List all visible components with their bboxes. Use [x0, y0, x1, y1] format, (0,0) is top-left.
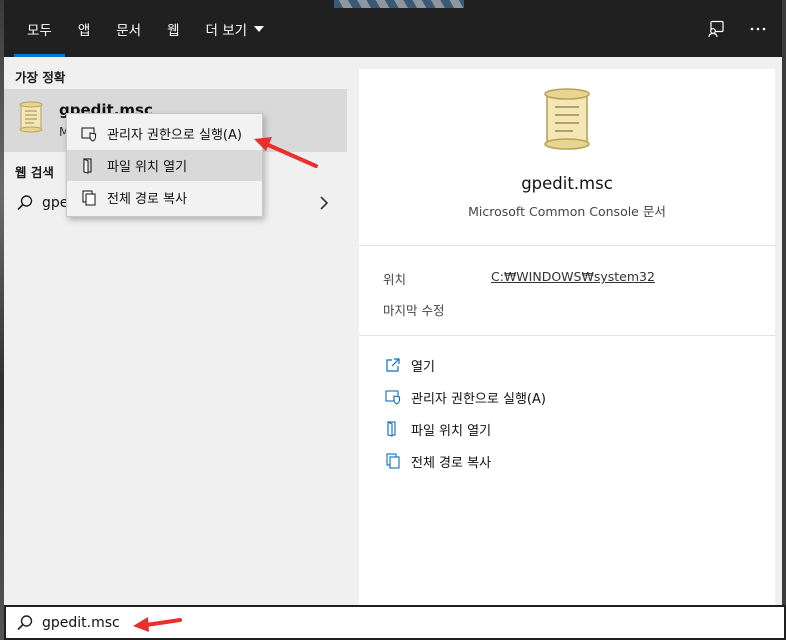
- tab-web[interactable]: 웹: [154, 0, 192, 57]
- open-file-location-icon: [79, 157, 99, 174]
- web-search-text: gpe: [42, 195, 69, 211]
- copy-path-icon: [79, 189, 99, 206]
- detail-title: gpedit.msc: [521, 174, 613, 193]
- feedback-icon[interactable]: [704, 17, 728, 41]
- context-menu: 관리자 권한으로 실행(A) 파일 위치 열기 전체 경로 복사: [66, 113, 263, 217]
- web-search-heading: 웹 검색: [15, 165, 54, 180]
- detail-subtitle: Microsoft Common Console 문서: [468, 204, 666, 219]
- context-menu-run-as-admin[interactable]: 관리자 권한으로 실행(A): [67, 118, 262, 149]
- copy-path-icon: [383, 453, 403, 469]
- search-box[interactable]: [4, 605, 786, 640]
- background-wallpaper-edge: [334, 0, 464, 8]
- context-menu-open-file-location[interactable]: 파일 위치 열기: [67, 150, 262, 181]
- background-window-edge-right: [782, 0, 786, 640]
- open-file-location-icon: [383, 421, 403, 437]
- location-label: 위치: [383, 272, 407, 287]
- detail-pane: gpedit.msc Microsoft Common Console 문서 위…: [347, 57, 782, 605]
- tab-more[interactable]: 더 보기: [193, 0, 278, 57]
- search-scope-bar: 모두 앱 문서 웹 더 보기: [4, 0, 782, 57]
- best-match-heading: 가장 정확: [15, 70, 66, 85]
- chevron-down-icon: [254, 25, 265, 32]
- chevron-right-icon[interactable]: [319, 195, 329, 215]
- detail-card: gpedit.msc Microsoft Common Console 문서 위…: [359, 69, 775, 605]
- more-options-icon[interactable]: [746, 17, 770, 41]
- search-icon: [16, 614, 34, 636]
- search-input[interactable]: [42, 611, 462, 635]
- divider: [359, 335, 775, 336]
- modified-label: 마지막 수정: [383, 303, 445, 318]
- tab-apps[interactable]: 앱: [65, 0, 103, 57]
- run-as-admin-icon: [79, 126, 99, 142]
- tab-documents[interactable]: 문서: [103, 0, 154, 57]
- scroll-file-icon: [537, 87, 597, 155]
- run-as-admin-icon: [383, 389, 403, 405]
- action-copy-path[interactable]: 전체 경로 복사: [383, 448, 491, 474]
- action-open[interactable]: 열기: [383, 352, 435, 378]
- tab-all[interactable]: 모두: [14, 0, 65, 57]
- search-scope-tabs: 모두 앱 문서 웹 더 보기: [14, 0, 277, 57]
- context-menu-copy-path[interactable]: 전체 경로 복사: [67, 182, 262, 213]
- divider: [359, 245, 775, 246]
- action-run-as-admin[interactable]: 관리자 권한으로 실행(A): [383, 384, 546, 410]
- location-link[interactable]: C:₩WINDOWS₩system32: [491, 269, 655, 284]
- action-open-file-location[interactable]: 파일 위치 열기: [383, 416, 491, 442]
- open-icon: [383, 357, 403, 373]
- scroll-file-icon: [16, 101, 46, 137]
- search-icon: [16, 194, 34, 216]
